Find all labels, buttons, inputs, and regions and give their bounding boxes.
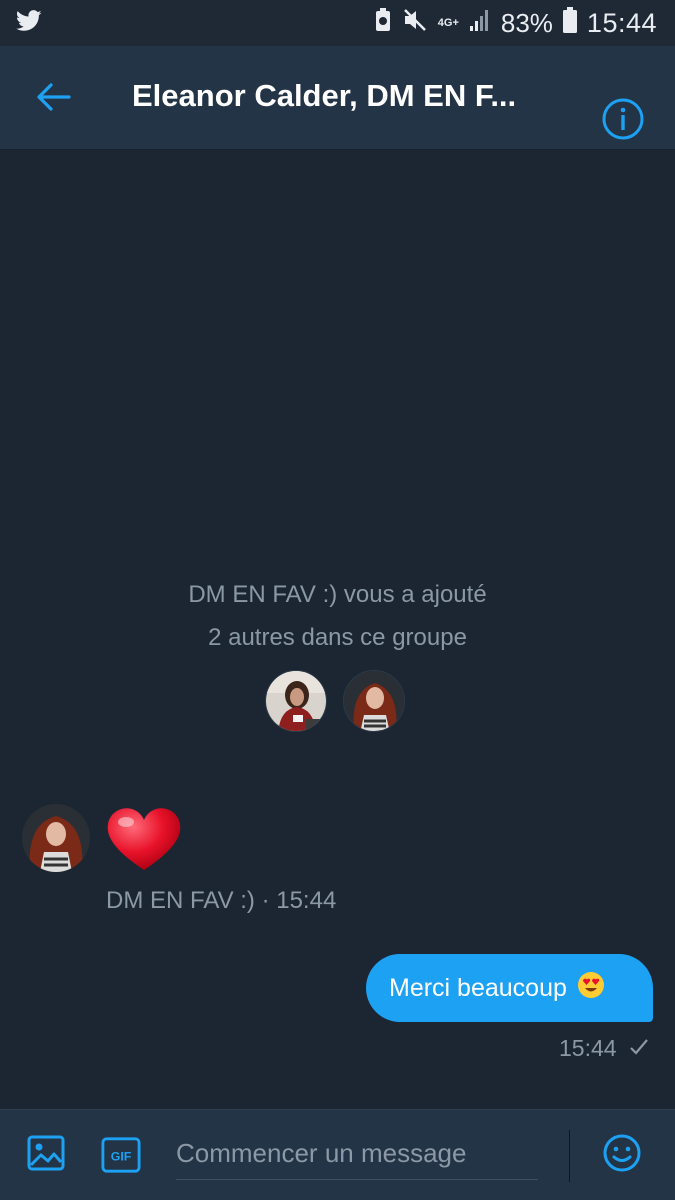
- battery-saver-icon: [374, 7, 392, 40]
- heart-emoji: [104, 806, 184, 872]
- back-button[interactable]: [30, 76, 76, 122]
- outgoing-message-text: Merci beaucoup: [389, 973, 567, 1002]
- message-input[interactable]: [176, 1128, 538, 1180]
- conversation-header: Eleanor Calder, DM EN F...: [0, 46, 675, 150]
- outgoing-message-meta: 15:44: [559, 1035, 649, 1062]
- sender-avatar[interactable]: [22, 804, 90, 872]
- composer-divider: [569, 1130, 570, 1182]
- info-icon: [601, 97, 645, 146]
- network-type: 4G+: [437, 16, 459, 29]
- status-left: [15, 9, 42, 37]
- status-time: 15:44: [586, 7, 657, 38]
- battery-icon: [562, 6, 577, 40]
- twitter-bird-icon: [15, 9, 42, 37]
- participant-avatar[interactable]: [343, 670, 405, 732]
- mute-icon: [402, 7, 428, 40]
- gif-button[interactable]: GIF: [101, 1135, 141, 1175]
- status-bar: 4G+ 83% 15:44: [0, 0, 675, 46]
- smiley-icon: [602, 1133, 642, 1178]
- participant-avatar[interactable]: [265, 670, 327, 732]
- message-list[interactable]: DM EN FAV :) vous a ajouté 2 autres dans…: [0, 151, 675, 1109]
- incoming-message-meta: DM EN FAV :) · 15:44: [106, 887, 337, 914]
- gif-icon: GIF: [101, 1137, 141, 1173]
- status-right: 4G+ 83% 15:44: [374, 6, 657, 40]
- image-icon: [26, 1133, 66, 1178]
- conversation-title[interactable]: Eleanor Calder, DM EN F...: [132, 78, 522, 114]
- outgoing-message-time: 15:44: [559, 1035, 617, 1061]
- system-message-line1: DM EN FAV :) vous a ajouté: [188, 581, 487, 608]
- arrow-left-icon: [35, 82, 71, 117]
- signal-icon: [469, 8, 491, 39]
- message-composer: GIF: [0, 1109, 675, 1200]
- emoji-button[interactable]: [602, 1133, 642, 1178]
- system-message-line2: 2 autres dans ce groupe: [208, 624, 467, 651]
- add-photo-button[interactable]: [26, 1135, 66, 1175]
- outgoing-message-bubble[interactable]: Merci beaucoup: [366, 954, 653, 1022]
- heart-eyes-emoji: [577, 971, 605, 1006]
- battery-percent: 83%: [500, 7, 553, 38]
- info-button[interactable]: [600, 98, 646, 144]
- gif-label: GIF: [111, 1150, 132, 1164]
- checkmark-icon: [629, 1035, 649, 1062]
